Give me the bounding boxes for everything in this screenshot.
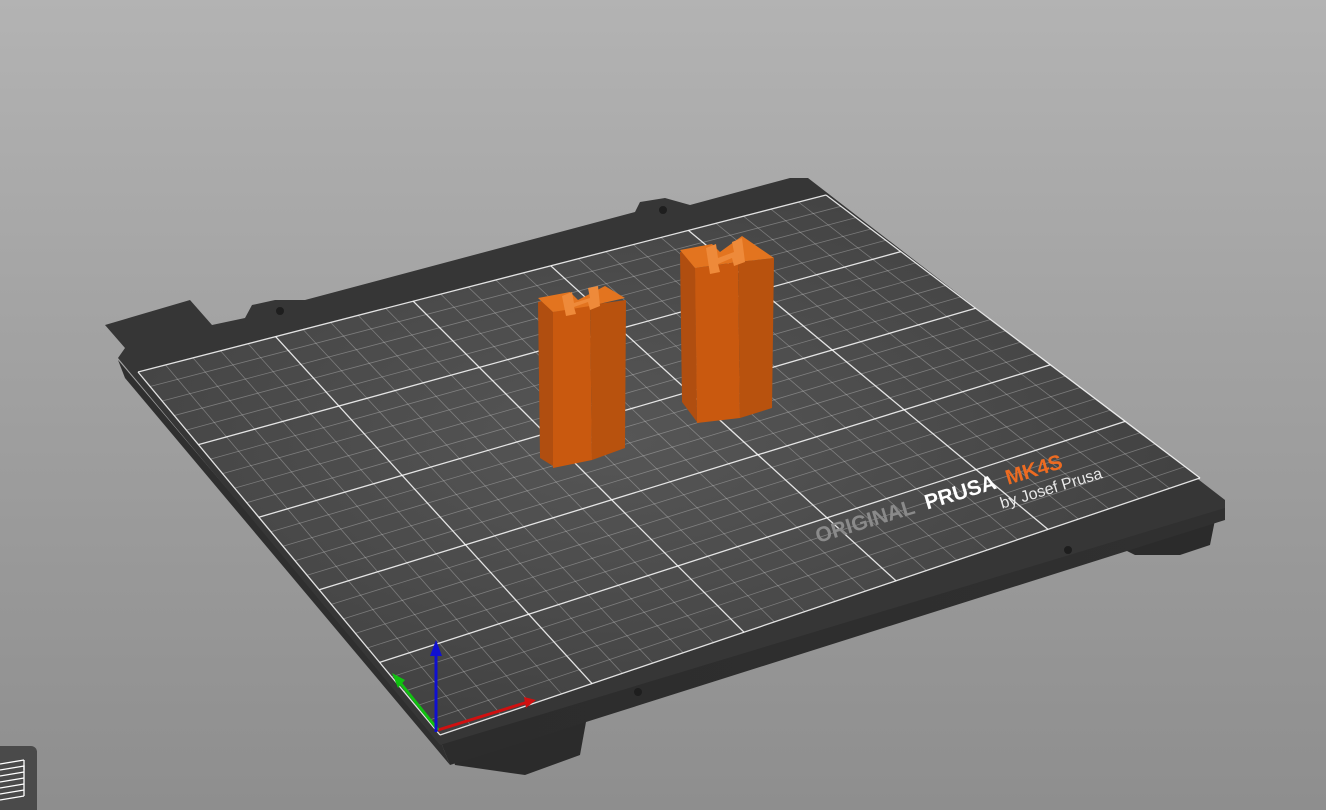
bed-mount-hole <box>659 206 667 214</box>
layers-icon <box>0 759 25 801</box>
model-right-face <box>738 258 774 418</box>
bed-mount-hole <box>276 307 284 315</box>
model-front-face <box>695 262 740 423</box>
model-right-face <box>590 300 626 460</box>
model-front-face <box>553 305 592 468</box>
model-shadow-face <box>680 248 697 422</box>
layers-toggle-button[interactable] <box>0 746 37 810</box>
model-object-1[interactable] <box>538 286 626 468</box>
bed-mount-hole <box>634 688 642 696</box>
model-shadow-face <box>538 298 553 466</box>
bed-mount-hole <box>1064 546 1072 554</box>
model-object-2[interactable] <box>680 236 774 423</box>
3d-viewport[interactable]: ORIGINAL PRUSA MK4S by Josef Prusa <box>0 0 1326 810</box>
